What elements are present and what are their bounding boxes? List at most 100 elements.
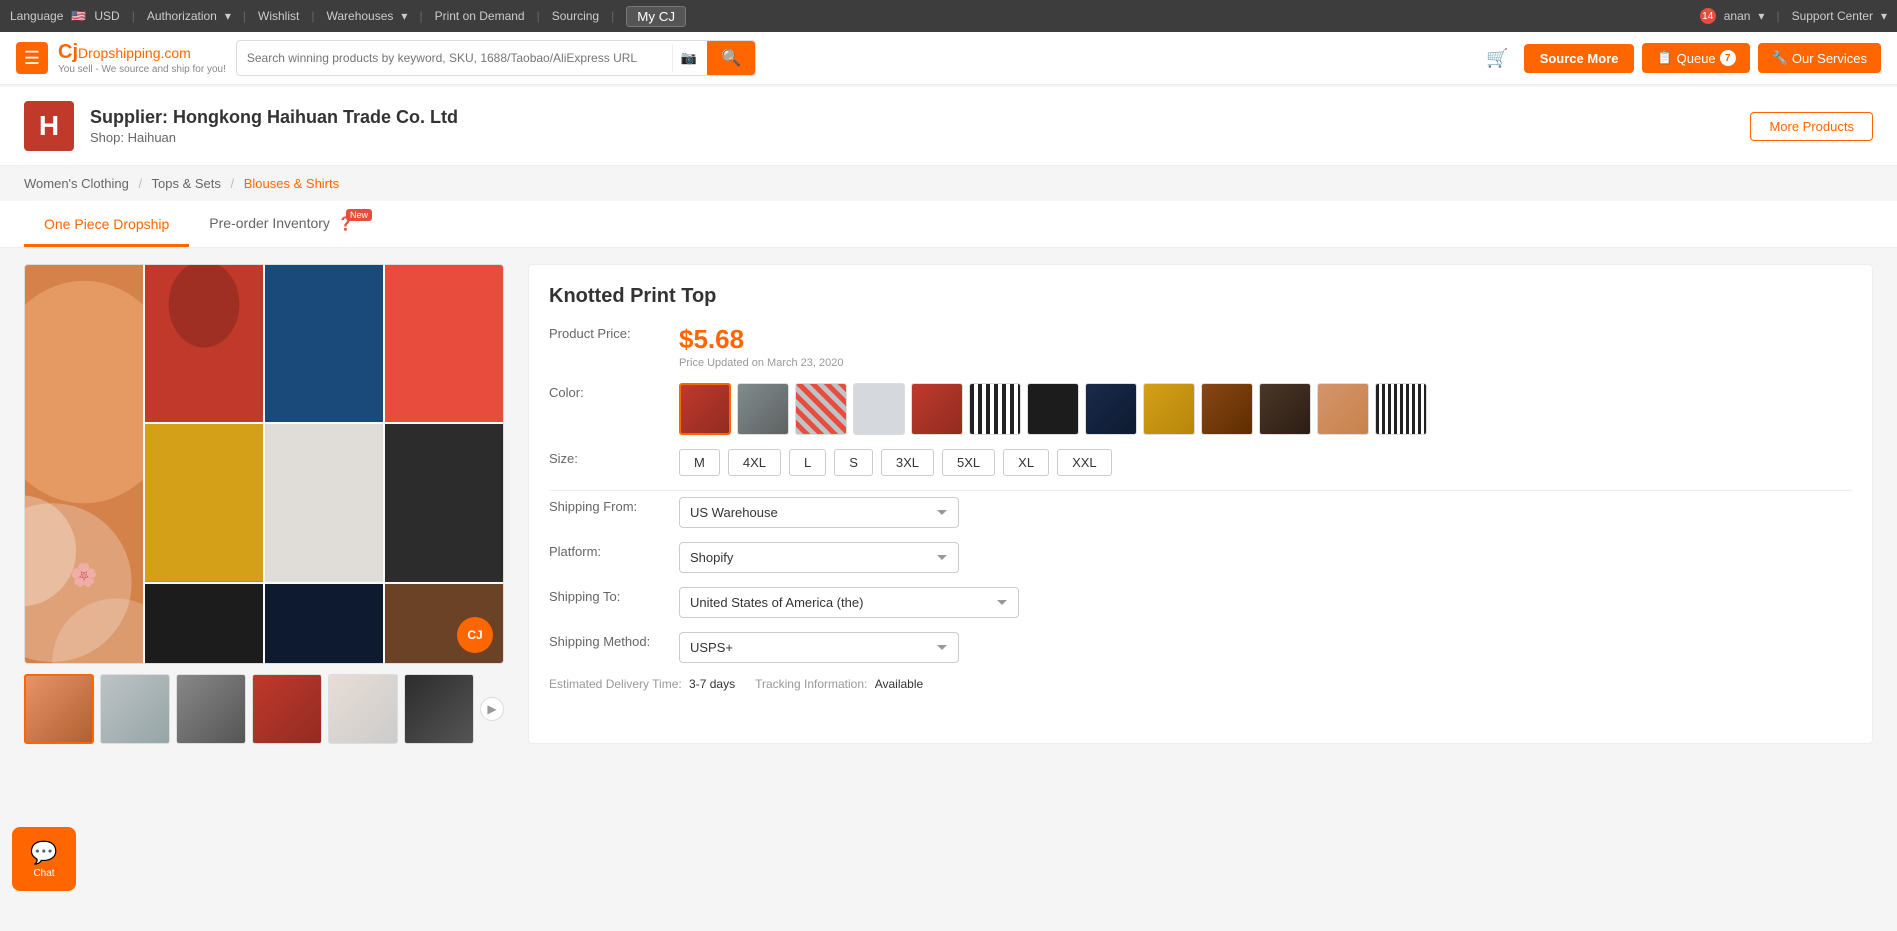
notification-badge[interactable]: 14	[1700, 8, 1716, 24]
delivery-label: Estimated Delivery Time:	[549, 677, 682, 691]
supplier-avatar: H	[24, 101, 74, 151]
color-swatch-tan[interactable]	[1317, 383, 1369, 435]
source-more-button[interactable]: Source More	[1524, 44, 1635, 73]
new-badge: New	[346, 209, 372, 221]
our-services-button[interactable]: 🔧 Our Services	[1758, 43, 1881, 73]
shipping-from-label: Shipping From:	[549, 497, 679, 514]
shipping-to-value: United States of America (the)	[679, 587, 1852, 618]
breadcrumb-item-tops[interactable]: Tops & Sets	[152, 176, 221, 191]
price-label: Product Price:	[549, 324, 679, 341]
warehouses-link[interactable]: Warehouses	[326, 9, 393, 23]
delivery-value: 3-7 days	[689, 677, 735, 691]
breadcrumb-item-blouses: Blouses & Shirts	[244, 176, 339, 191]
product-thumb-red	[145, 265, 263, 422]
product-name: Knotted Print Top	[549, 285, 1852, 308]
top-navigation: Language 🇺🇸 USD | Authorization ▾ | Wish…	[0, 0, 1897, 32]
thumbnail-3[interactable]	[176, 674, 246, 744]
shipping-to-select[interactable]: United States of America (the)	[679, 587, 1019, 618]
color-swatch-leopard[interactable]	[1143, 383, 1195, 435]
more-products-button[interactable]: More Products	[1750, 112, 1873, 141]
color-swatch-black-stripe[interactable]	[1375, 383, 1427, 435]
thumbnail-6[interactable]	[404, 674, 474, 744]
thumbnail-5[interactable]	[328, 674, 398, 744]
color-swatch-black[interactable]	[1027, 383, 1079, 435]
tracking-label: Tracking Information:	[755, 677, 867, 691]
main-image-container: 🌸	[24, 264, 504, 664]
my-cj-button[interactable]: My CJ	[626, 6, 686, 27]
size-M[interactable]: M	[679, 449, 720, 476]
size-4XL[interactable]: 4XL	[728, 449, 781, 476]
user-name[interactable]: anan	[1724, 9, 1751, 23]
shipping-from-value: US Warehouse China Warehouse	[679, 497, 1852, 528]
print-on-demand-link[interactable]: Print on Demand	[435, 9, 525, 23]
sourcing-link[interactable]: Sourcing	[552, 9, 599, 23]
tracking-value: Available	[875, 677, 923, 691]
main-content: 🌸	[0, 248, 1897, 760]
color-swatch-red2[interactable]	[911, 383, 963, 435]
color-swatch-white[interactable]	[853, 383, 905, 435]
authorization-link[interactable]: Authorization	[147, 9, 217, 23]
shipping-method-row: Shipping Method: USPS+ FedEx	[549, 632, 1852, 663]
currency-label[interactable]: USD	[94, 9, 119, 23]
shipping-method-select[interactable]: USPS+ FedEx	[679, 632, 959, 663]
tab-preorder-label: Pre-order Inventory	[209, 215, 330, 231]
menu-icon[interactable]: ☰	[16, 42, 48, 74]
supplier-bar: H Supplier: Hongkong Haihuan Trade Co. L…	[0, 87, 1897, 166]
size-L[interactable]: L	[789, 449, 826, 476]
price-value-container: $5.68 Price Updated on March 23, 2020	[679, 324, 1852, 369]
chat-label: Chat	[33, 868, 54, 879]
size-XXL[interactable]: XXL	[1057, 449, 1112, 476]
color-swatch-red[interactable]	[679, 383, 731, 435]
color-row: Color:	[549, 383, 1852, 435]
color-swatch-stripe[interactable]	[795, 383, 847, 435]
services-icon: 🔧	[1772, 50, 1788, 66]
dropdown-icon: ▾	[225, 9, 231, 23]
support-dropdown-icon: ▾	[1881, 9, 1887, 23]
size-row: Size: M 4XL L S 3XL 5XL XL XXL	[549, 449, 1852, 476]
camera-icon[interactable]: 📷	[672, 44, 705, 72]
product-thumb-navy	[265, 265, 383, 422]
thumbnail-2[interactable]	[100, 674, 170, 744]
platform-select[interactable]: Shopify WooCommerce	[679, 542, 959, 573]
thumbnail-4[interactable]	[252, 674, 322, 744]
color-swatch-brown-leopard[interactable]	[1201, 383, 1253, 435]
breadcrumb-item-womens[interactable]: Women's Clothing	[24, 176, 129, 191]
size-XL[interactable]: XL	[1003, 449, 1049, 476]
size-S[interactable]: S	[834, 449, 873, 476]
shipping-from-select[interactable]: US Warehouse China Warehouse	[679, 497, 959, 528]
tabs-bar: One Piece Dropship Pre-order Inventory N…	[0, 201, 1897, 248]
wishlist-link[interactable]: Wishlist	[258, 9, 299, 23]
breadcrumb: Women's Clothing / Tops & Sets / Blouses…	[0, 166, 1897, 201]
color-swatch-dark-brown[interactable]	[1259, 383, 1311, 435]
search-input[interactable]	[237, 44, 672, 72]
language-label[interactable]: Language	[10, 9, 63, 23]
color-swatch-zebra[interactable]	[969, 383, 1021, 435]
cart-button[interactable]: 🛒	[1479, 41, 1515, 76]
size-5XL[interactable]: 5XL	[942, 449, 995, 476]
queue-button[interactable]: 📋 Queue 7	[1642, 43, 1749, 73]
product-image-grid: 🌸	[25, 265, 503, 663]
color-label: Color:	[549, 383, 679, 400]
product-price: $5.68	[679, 324, 1852, 355]
queue-count-badge: 7	[1720, 50, 1736, 66]
tab-one-piece-dropship[interactable]: One Piece Dropship	[24, 202, 189, 247]
size-3XL[interactable]: 3XL	[881, 449, 934, 476]
thumbnail-row: ▶	[24, 674, 504, 744]
services-label: Our Services	[1792, 51, 1867, 66]
tab-preorder-inventory[interactable]: Pre-order Inventory New ❓	[189, 201, 374, 247]
thumbnail-next-button[interactable]: ▶	[480, 697, 504, 721]
divider-1	[549, 490, 1852, 491]
search-button[interactable]: 🔍	[707, 41, 755, 75]
thumbnail-1[interactable]	[24, 674, 94, 744]
support-center-link[interactable]: Support Center	[1792, 9, 1873, 23]
header-actions: 🛒 Source More 📋 Queue 7 🔧 Our Services	[1479, 41, 1881, 76]
product-thumb-navy2	[265, 584, 383, 664]
shipping-info: Estimated Delivery Time: 3-7 days Tracki…	[549, 677, 1852, 691]
price-updated: Price Updated on March 23, 2020	[679, 357, 1852, 369]
shipping-method-value: USPS+ FedEx	[679, 632, 1852, 663]
color-swatch-gray[interactable]	[737, 383, 789, 435]
color-swatch-navy[interactable]	[1085, 383, 1137, 435]
platform-row: Platform: Shopify WooCommerce	[549, 542, 1852, 573]
chat-button[interactable]: 💬 Chat	[12, 827, 76, 891]
logo-text: CjDropshipping.com You sell - We source …	[58, 41, 226, 75]
